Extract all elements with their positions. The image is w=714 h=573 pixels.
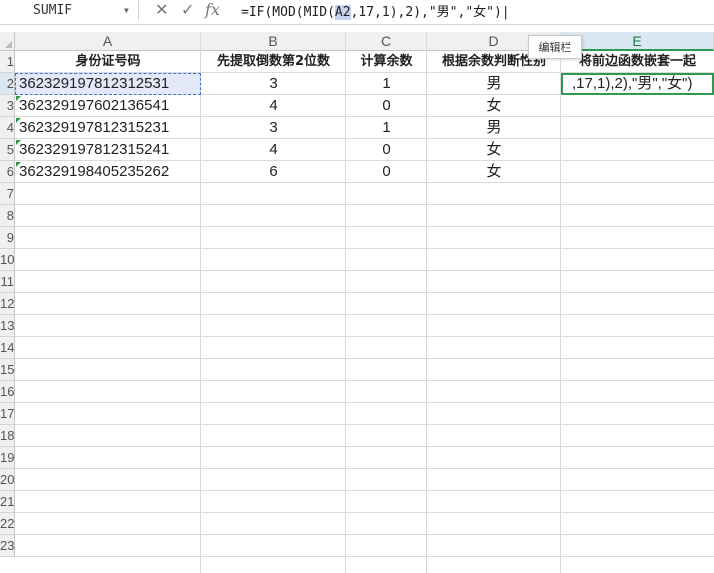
remainder-cell[interactable]: 1 — [346, 117, 427, 139]
column-header-b[interactable]: B — [201, 32, 346, 51]
remainder-cell[interactable]: 1 — [346, 73, 427, 95]
gender-cell[interactable]: 女 — [427, 95, 561, 117]
id-cell[interactable]: 362329197812315241 — [19, 139, 201, 161]
active-cell-e2[interactable]: ,17,1),2),"男","女") — [561, 73, 714, 95]
select-all-corner[interactable] — [0, 32, 15, 51]
grid-line — [15, 512, 714, 513]
grid-line — [15, 402, 714, 403]
name-box[interactable]: SUMIF ▼ — [0, 1, 139, 21]
grid-line — [15, 424, 714, 425]
row-header-10[interactable]: 10 — [0, 249, 15, 271]
row-header-14[interactable]: 14 — [0, 337, 15, 359]
row-header-2[interactable]: 2 — [0, 73, 15, 95]
row-header-4[interactable]: 4 — [0, 117, 15, 139]
formula-text-suffix: ,17,1),2),"男","女")| — [350, 5, 510, 20]
id-cell[interactable]: 362329197812312531 — [19, 73, 201, 95]
row-header-17[interactable]: 17 — [0, 403, 15, 425]
row-header-19[interactable]: 19 — [0, 447, 15, 469]
grid-line — [15, 292, 714, 293]
row-header-6[interactable]: 6 — [0, 161, 15, 183]
header-cell-c[interactable]: 计算余数 — [346, 51, 427, 73]
fx-icon[interactable]: fx — [205, 0, 220, 19]
grid-line — [15, 204, 714, 205]
row-header-20[interactable]: 20 — [0, 469, 15, 491]
chevron-down-icon[interactable]: ▼ — [124, 6, 129, 15]
remainder-cell[interactable]: 0 — [346, 139, 427, 161]
column-header-a[interactable]: A — [15, 32, 201, 51]
row-header-21[interactable]: 21 — [0, 491, 15, 513]
grid-line — [15, 270, 714, 271]
grid-line — [15, 336, 714, 337]
gender-cell[interactable]: 女 — [427, 161, 561, 183]
grid-line — [15, 380, 714, 381]
grid-line — [15, 314, 714, 315]
row-header-12[interactable]: 12 — [0, 293, 15, 315]
formula-cell-reference: A2 — [334, 5, 351, 20]
grid-line — [15, 358, 714, 359]
gender-cell[interactable]: 男 — [427, 117, 561, 139]
grid-line — [15, 446, 714, 447]
column-header-e[interactable]: E — [561, 32, 714, 51]
header-cell-a[interactable]: 身份证号码 — [15, 51, 201, 73]
row-header-9[interactable]: 9 — [0, 227, 15, 249]
grid-line — [15, 248, 714, 249]
grid-line — [15, 490, 714, 491]
row-header-16[interactable]: 16 — [0, 381, 15, 403]
spreadsheet-grid[interactable]: A B C D E 1 2 3 4 5 6 7 8 9 10 11 12 13 … — [0, 32, 714, 573]
remainder-cell[interactable]: 0 — [346, 161, 427, 183]
digit-cell[interactable]: 6 — [201, 161, 346, 183]
header-cell-b[interactable]: 先提取倒数第2位数 — [201, 51, 346, 73]
digit-cell[interactable]: 3 — [201, 117, 346, 139]
column-header-c[interactable]: C — [346, 32, 427, 51]
grid-line — [15, 534, 714, 535]
row-header-11[interactable]: 11 — [0, 271, 15, 293]
formula-text-prefix: =IF(MOD(MID( — [241, 5, 335, 20]
row-header-8[interactable]: 8 — [0, 205, 15, 227]
row-header-22[interactable]: 22 — [0, 513, 15, 535]
row-header-23[interactable]: 23 — [0, 535, 15, 557]
active-cell-text: ,17,1),2),"男","女") — [572, 75, 693, 92]
check-icon[interactable]: ✓ — [181, 0, 194, 19]
formula-input[interactable]: =IF(MOD(MID(A2,17,1),2),"男","女")| — [241, 1, 510, 20]
formula-bar-tooltip: 编辑栏 — [528, 35, 582, 59]
row-header-3[interactable]: 3 — [0, 95, 15, 117]
digit-cell[interactable]: 4 — [201, 95, 346, 117]
grid-line — [15, 226, 714, 227]
id-cell[interactable]: 362329198405235262 — [19, 161, 201, 183]
close-icon[interactable]: ✕ — [155, 0, 168, 19]
name-box-value: SUMIF — [33, 3, 73, 18]
id-cell[interactable]: 362329197812315231 — [19, 117, 201, 139]
digit-cell[interactable]: 3 — [201, 73, 346, 95]
remainder-cell[interactable]: 0 — [346, 95, 427, 117]
grid-line — [15, 556, 714, 557]
id-cell[interactable]: 362329197602136541 — [19, 95, 201, 117]
gender-cell[interactable]: 女 — [427, 139, 561, 161]
header-cell-e[interactable]: 将前边函数嵌套一起 — [561, 51, 714, 73]
formula-bar: SUMIF ▼ ✕ ✓ fx =IF(MOD(MID(A2,17,1),2),"… — [0, 0, 714, 25]
row-header-13[interactable]: 13 — [0, 315, 15, 337]
row-header-7[interactable]: 7 — [0, 183, 15, 205]
digit-cell[interactable]: 4 — [201, 139, 346, 161]
row-header-15[interactable]: 15 — [0, 359, 15, 381]
row-header-1[interactable]: 1 — [0, 51, 15, 73]
grid-line — [15, 468, 714, 469]
row-header-18[interactable]: 18 — [0, 425, 15, 447]
row-header-5[interactable]: 5 — [0, 139, 15, 161]
gender-cell[interactable]: 男 — [427, 73, 561, 95]
